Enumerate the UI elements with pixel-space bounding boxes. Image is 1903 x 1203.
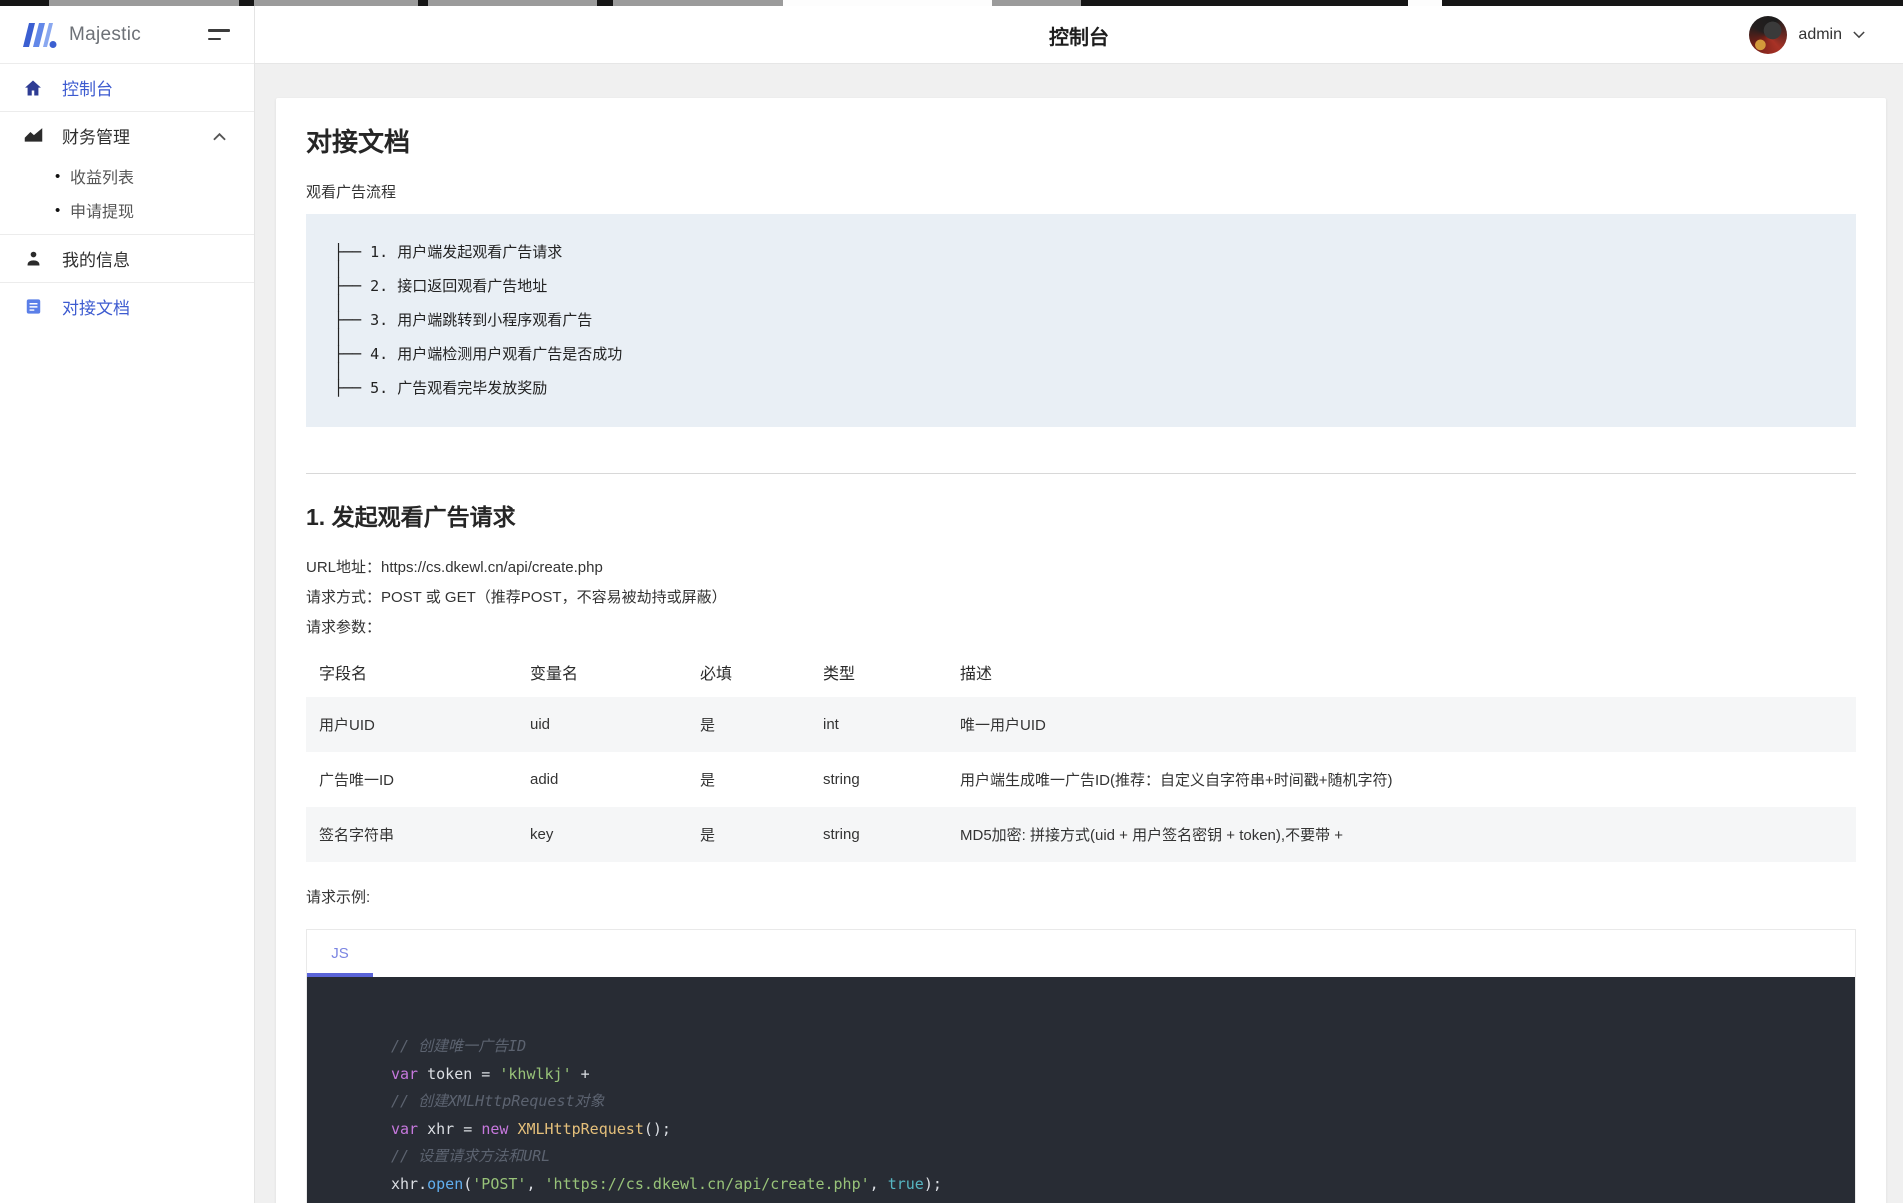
col-header: 字段名 [319,666,368,683]
doc-title: 对接文档 [306,127,411,157]
doc-card: 对接文档 观看广告流程 ├── 1. 用户端发起观看广告请求 │ ├── 2. 接口… [276,98,1886,1203]
app-window: Majestic 控制台 财务管理 • 收益列表 • 申请提现 我的信息 对接文… [0,6,1903,1203]
user-name: admin [1798,26,1842,43]
sidebar-item-label: 财务管理 [62,128,130,147]
flow-label: 观看广告流程 [306,184,397,201]
sidebar-item-label: 我的信息 [62,251,130,270]
chevron-up-icon [213,126,226,146]
chevron-down-icon [1853,31,1865,39]
sidebar-item-label: 控制台 [62,80,113,99]
page-title: 控制台 [1049,26,1109,49]
col-header: 必填 [700,666,733,683]
section-heading: 1. 发起观看广告请求 [306,504,516,530]
sidebar-item-label: 对接文档 [62,299,130,318]
code-block: // 创建唯一广告ID var token = 'khwlkj' +// 创建XM… [307,977,1855,1203]
sidebar-nav: 控制台 财务管理 收益列表 申请提现 [0,64,254,330]
top-header: 控制台 admin [255,6,1903,64]
section-divider [306,473,1856,474]
sidebar-header: Majestic [0,6,254,64]
example-label: 请求示例: [306,889,371,906]
flow-diagram: ├── 1. 用户端发起观看广告请求 │ ├── 2. 接口返回观看广告地址 │ ├──… [306,214,1856,427]
user-menu[interactable]: admin [1749,6,1865,64]
table-header-row: 字段名 变量名 必填 类型 描述 [306,647,1856,697]
method-line: 请求方式：POST 或 GET（推荐POST，不容易被劫持或屏蔽） [306,589,727,606]
user-icon [22,249,44,268]
table-row: 广告唯一ID adid 是 string 用户端生成唯一广告ID(推荐：自定义自… [319,771,1393,789]
chart-icon [22,125,44,146]
tab-js[interactable]: JS [307,930,373,977]
code-example-card: JS // 创建唯一广告ID var token = 'khwlkj' +// 创… [306,929,1856,1203]
sidebar: Majestic 控制台 财务管理 • 收益列表 • 申请提现 我的信息 对接文… [0,6,255,1203]
avatar [1749,16,1788,54]
sidebar-item-dashboard[interactable]: 控制台 [0,64,254,111]
params-label: 请求参数： [306,619,382,636]
logo[interactable]: Majestic [20,20,141,50]
col-header: 类型 [823,666,856,683]
menu-toggle-icon[interactable] [208,25,230,44]
sidebar-item-my-info[interactable]: 我的信息 [0,235,254,282]
table-row: 用户UID uid 是 int 唯一用户UID [306,697,1856,752]
content-area: 对接文档 观看广告流程 ├── 1. 用户端发起观看广告请求 │ ├── 2. 接口… [255,64,1903,1203]
table-row: 签名字符串 key 是 string MD5加密: 拼接方式(uid + 用户签… [306,807,1856,862]
sidebar-subitem-withdraw[interactable]: 申请提现 [0,193,254,227]
sidebar-item-docs[interactable]: 对接文档 [0,283,254,330]
logo-icon [23,22,57,48]
home-icon [22,78,44,98]
url-line: URL地址：https://cs.dkewl.cn/api/create.php [306,559,603,576]
code-tabbar: JS [307,930,1855,977]
col-header: 变量名 [530,666,579,683]
document-icon [22,297,44,316]
logo-text: Majestic [69,23,142,45]
col-header: 描述 [960,666,993,683]
sidebar-item-finance[interactable]: 财务管理 [0,112,254,159]
params-table: 字段名 变量名 必填 类型 描述 用户UID uid 是 int 唯一用户UID… [306,647,1856,862]
sidebar-subitem-income-list[interactable]: 收益列表 [0,159,254,193]
